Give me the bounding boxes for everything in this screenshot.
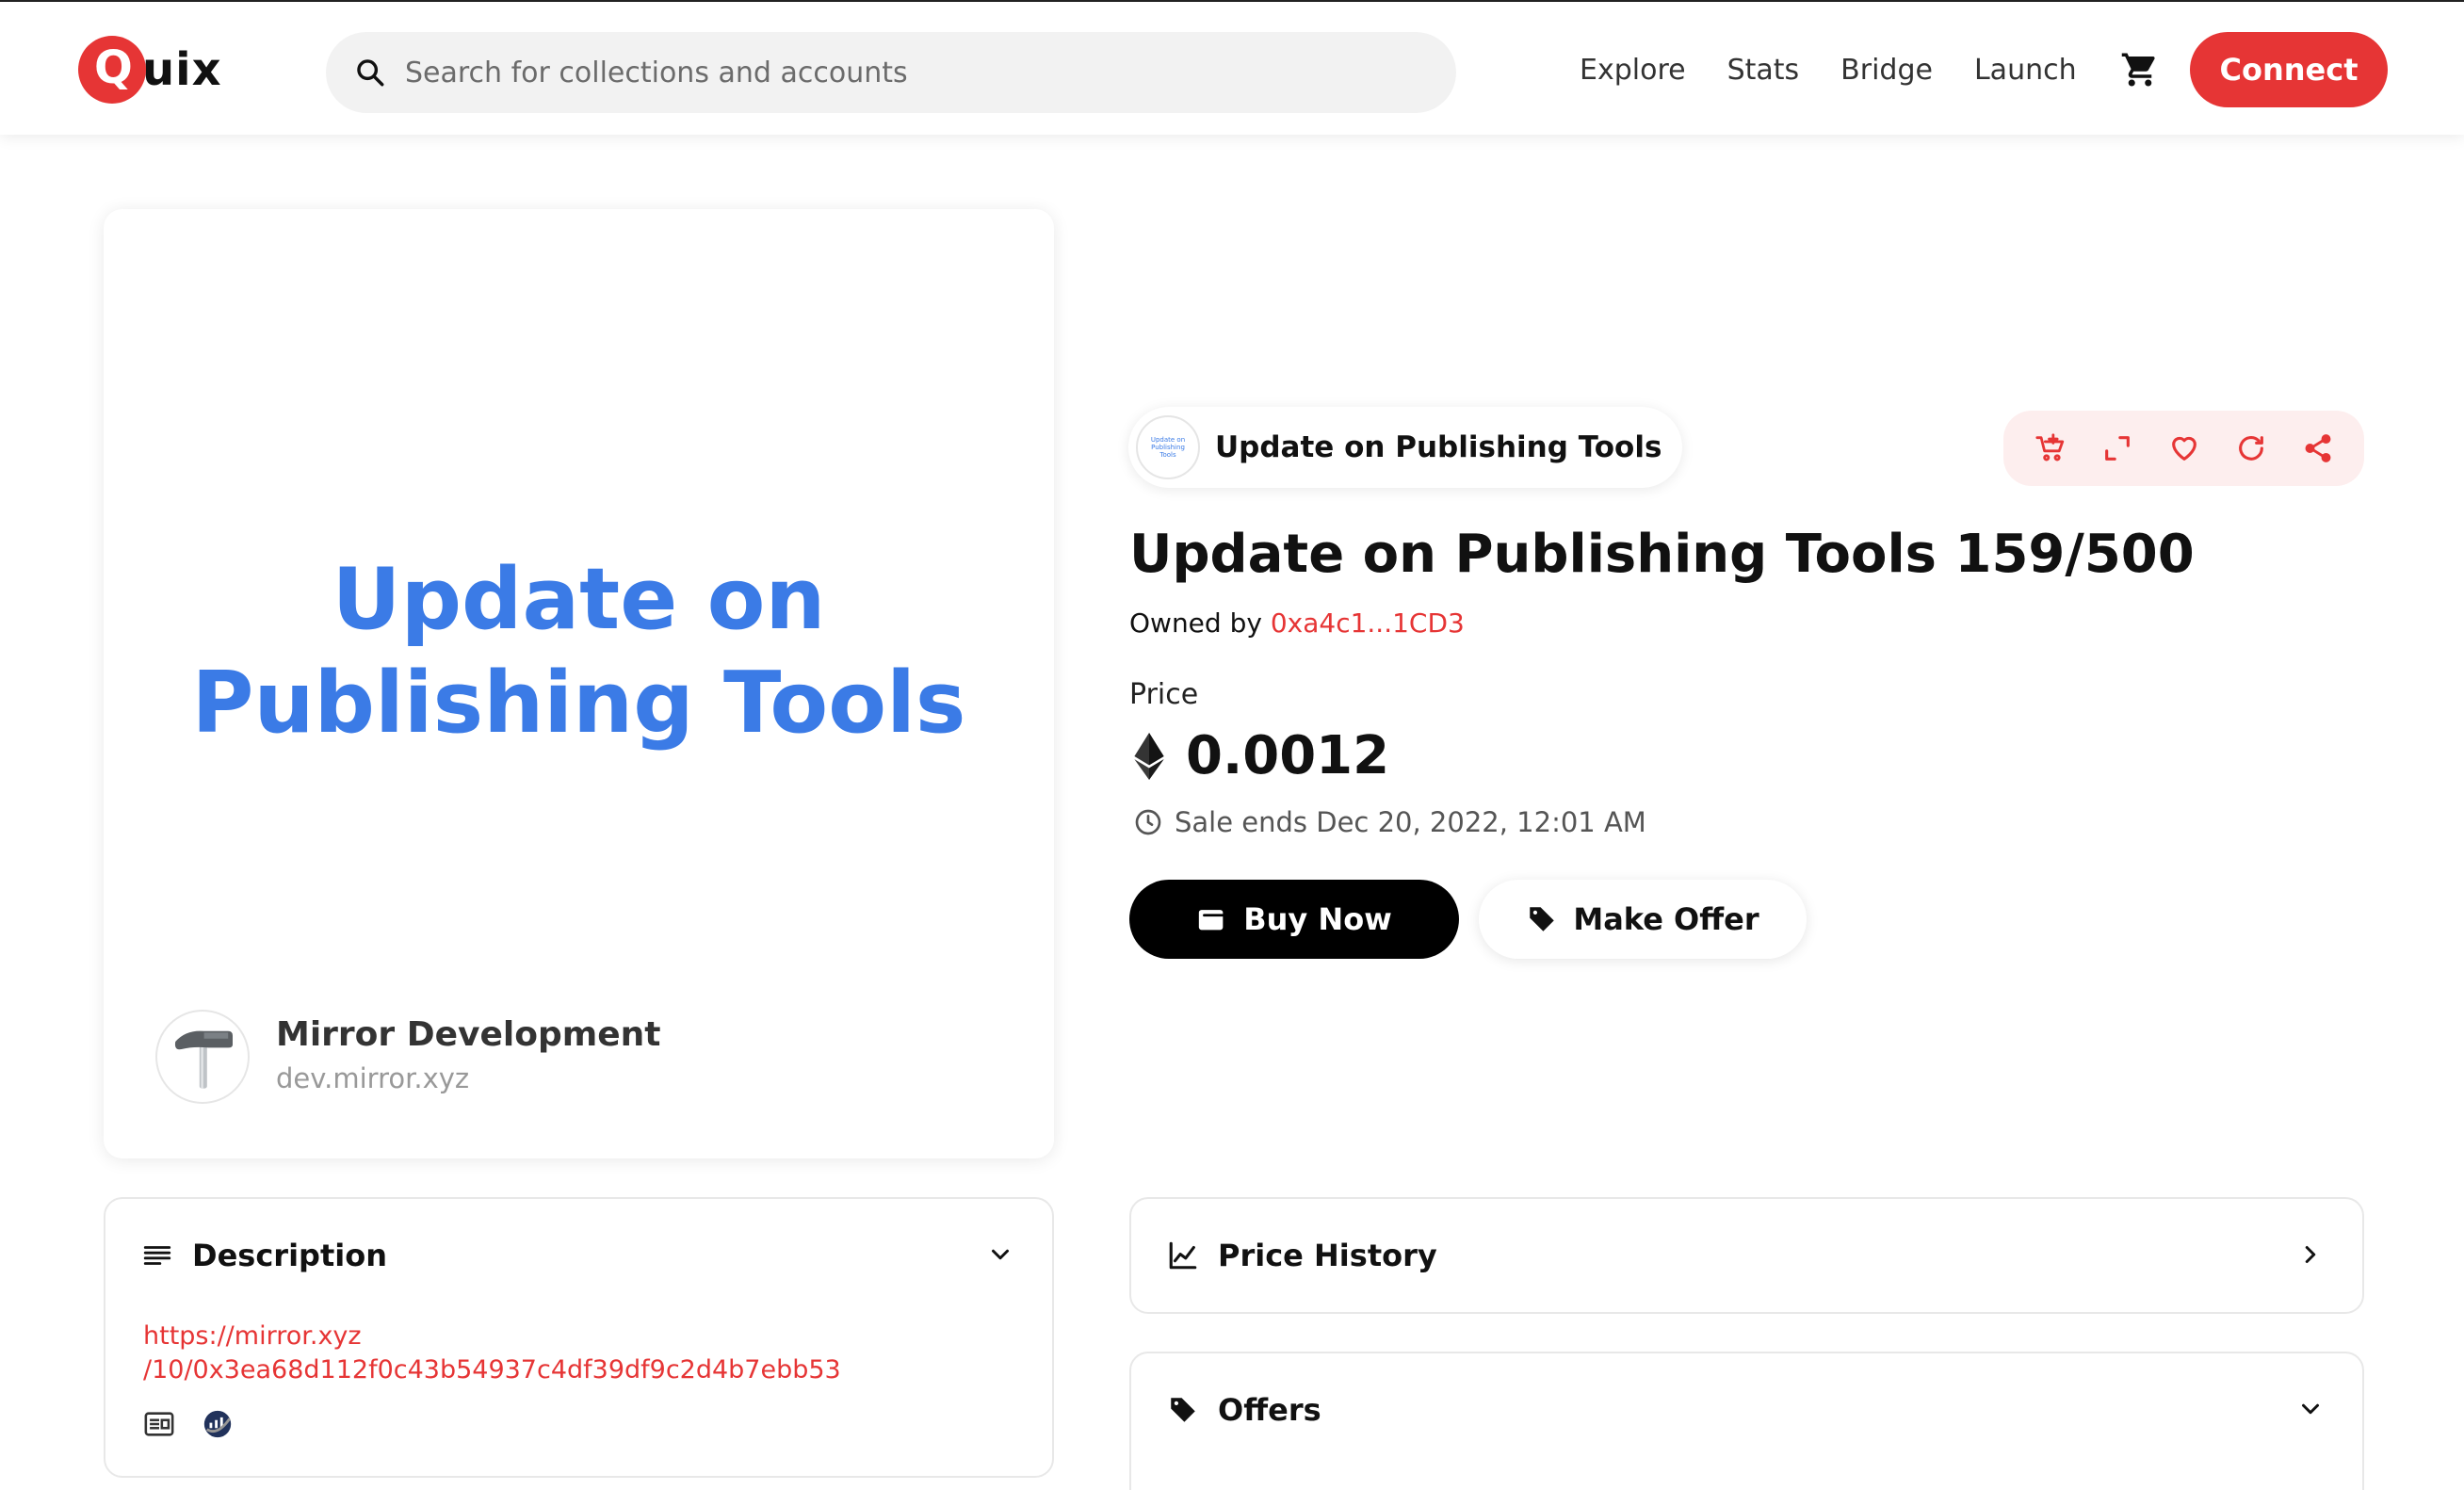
nav-bridge[interactable]: Bridge — [1840, 54, 1933, 87]
search-icon — [357, 59, 384, 87]
owner-line: Owned by 0xa4c1...1CD3 — [1129, 607, 1465, 639]
publisher-site: dev.mirror.xyz — [276, 1062, 470, 1094]
logo-q-glyph: Q — [94, 41, 133, 94]
description-icons — [143, 1408, 260, 1440]
publisher-avatar — [155, 1010, 250, 1104]
logo-text: uix — [142, 43, 222, 96]
collection-thumb-text: Update on Publishing Tools — [1150, 436, 1186, 459]
collection-link[interactable]: Update on Publishing Tools Update on Pub… — [1128, 407, 1683, 488]
description-link-line2: /10/0x3ea68d112f0c43b54937c4df39df9c2d4b… — [143, 1355, 841, 1385]
logo-circle: Q — [78, 36, 146, 104]
nav-launch[interactable]: Launch — [1974, 54, 2077, 87]
chevron-down-icon[interactable] — [986, 1240, 1014, 1269]
price-row: 0.0012 — [1133, 725, 1389, 786]
offers-title: Offers — [1218, 1392, 1321, 1428]
nav-stats[interactable]: Stats — [1727, 54, 1800, 87]
owned-by-label: Owned by — [1129, 607, 1262, 639]
refresh-icon[interactable] — [2235, 432, 2267, 464]
description-title: Description — [192, 1238, 387, 1273]
chevron-right-icon[interactable] — [2296, 1240, 2325, 1269]
expand-icon[interactable] — [2101, 432, 2133, 464]
buy-now-label: Buy Now — [1243, 901, 1392, 937]
price-history-header: Price History — [1167, 1199, 1437, 1312]
nft-image-card[interactable]: Update on Publishing Tools Mirror Develo… — [104, 209, 1054, 1158]
hammer-icon — [174, 1030, 233, 1089]
article-icon[interactable] — [143, 1408, 175, 1440]
sale-ends-text: Sale ends Dec 20, 2022, 12:01 AM — [1175, 806, 1646, 838]
description-header[interactable]: Description — [141, 1199, 387, 1312]
clock-icon — [1135, 809, 1161, 835]
offers-header[interactable]: Offers — [1167, 1353, 1321, 1466]
make-offer-button[interactable]: Make Offer — [1479, 880, 1807, 959]
sale-ends: Sale ends Dec 20, 2022, 12:01 AM — [1133, 806, 1646, 838]
offers-panel: Offers — [1129, 1352, 2364, 1490]
chevron-down-icon[interactable] — [2296, 1395, 2325, 1423]
item-title: Update on Publishing Tools 159/500 — [1129, 524, 2195, 585]
tag-icon — [1171, 1398, 1195, 1422]
item-actions — [2003, 411, 2364, 486]
main-nav: Explore Stats Bridge Launch — [1580, 45, 2160, 94]
collection-thumbnail: Update on Publishing Tools — [1136, 415, 1200, 479]
tag-icon — [1530, 907, 1555, 931]
description-panel: Description https://mirror.xyz /10/0x3ea… — [104, 1197, 1054, 1478]
cart-icon[interactable] — [2120, 50, 2160, 89]
price-history-title: Price History — [1218, 1238, 1437, 1273]
owner-address-link[interactable]: 0xa4c1...1CD3 — [1271, 607, 1465, 639]
buy-now-button[interactable]: Buy Now — [1129, 880, 1459, 959]
search-input[interactable] — [405, 56, 1347, 89]
connect-button[interactable]: Connect — [2190, 32, 2388, 107]
nav-explore[interactable]: Explore — [1580, 54, 1686, 87]
collection-name: Update on Publishing Tools — [1215, 430, 1662, 464]
wallet-icon — [1199, 910, 1224, 931]
share-icon[interactable] — [2302, 432, 2334, 464]
text-lines-icon — [143, 1246, 171, 1265]
etherscan-icon[interactable] — [202, 1408, 234, 1440]
description-link[interactable]: https://mirror.xyz /10/0x3ea68d112f0c43b… — [143, 1320, 841, 1387]
top-navbar: Q uix Explore Stats Bridge Launch Connec… — [0, 0, 2464, 135]
ethereum-icon — [1134, 732, 1164, 780]
chart-line-icon — [1169, 1241, 1197, 1270]
publisher-name: Mirror Development — [276, 1015, 661, 1054]
heart-icon[interactable] — [2168, 432, 2200, 464]
add-to-cart-icon[interactable] — [2034, 432, 2067, 464]
price-history-panel[interactable]: Price History — [1129, 1197, 2364, 1314]
description-link-line1: https://mirror.xyz — [143, 1321, 362, 1351]
artwork-title: Update on Publishing Tools — [191, 550, 966, 753]
price-value: 0.0012 — [1186, 725, 1390, 786]
make-offer-label: Make Offer — [1573, 901, 1759, 937]
price-label: Price — [1129, 678, 1199, 711]
search-bar[interactable] — [326, 32, 1456, 113]
quix-logo[interactable]: Q uix — [78, 36, 222, 104]
